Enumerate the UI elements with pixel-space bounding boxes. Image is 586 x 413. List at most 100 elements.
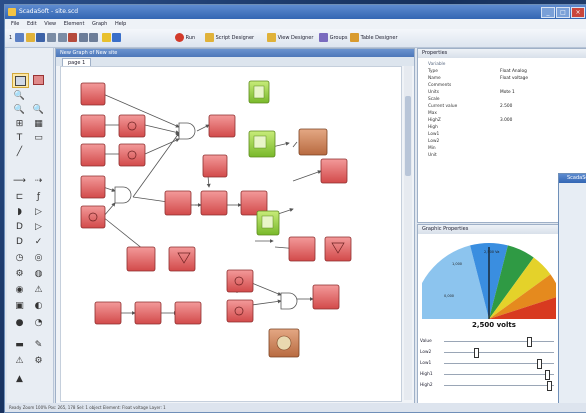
counter-icon[interactable]: ◎	[31, 251, 46, 264]
alarm-triangle-icon[interactable]: ⚠	[31, 283, 46, 296]
property-row[interactable]: Current value 2.500	[420, 103, 584, 110]
script-designer-button[interactable]: Script Designer	[205, 32, 254, 43]
select-tool[interactable]	[12, 73, 29, 88]
slider-knob[interactable]	[537, 359, 543, 369]
menu-edit[interactable]: Edit	[27, 21, 37, 27]
buffer-icon[interactable]: ▷	[31, 220, 46, 233]
zoom-in-icon[interactable]: 🔍	[12, 89, 27, 102]
diagram-canvas[interactable]	[60, 66, 402, 402]
zoom-out-icon[interactable]: 🔍	[12, 103, 27, 116]
property-row[interactable]: High	[420, 124, 584, 131]
property-row[interactable]: Units Mote 1	[420, 89, 584, 96]
menu-help[interactable]: Help	[115, 21, 126, 27]
slider-track[interactable]	[444, 385, 554, 386]
line-icon[interactable]: ╱	[12, 145, 27, 158]
new-icon[interactable]	[15, 33, 25, 42]
property-value[interactable]	[500, 138, 584, 145]
and-gate-icon[interactable]: D	[12, 220, 27, 233]
settings-icon[interactable]: ⚙	[31, 354, 46, 367]
grid-icon[interactable]: ⊞	[12, 117, 27, 130]
note-icon[interactable]: ✎	[31, 338, 46, 351]
property-value[interactable]	[500, 145, 584, 152]
cut-icon[interactable]	[68, 33, 78, 42]
view-designer-button[interactable]: View Designer	[267, 32, 313, 43]
slider-knob[interactable]	[473, 348, 479, 358]
property-row[interactable]: Low2	[420, 138, 584, 145]
display-icon[interactable]: ▬	[12, 338, 27, 351]
element-tool[interactable]	[31, 73, 46, 86]
slider-track[interactable]	[444, 352, 554, 353]
slider-knob[interactable]	[526, 337, 532, 347]
groups-button[interactable]: Groups	[319, 32, 347, 43]
function-icon[interactable]: ƒ	[31, 190, 46, 203]
property-row[interactable]: Comments	[420, 82, 584, 89]
table-designer-button[interactable]: Table Designer	[350, 32, 398, 43]
property-value[interactable]	[500, 152, 584, 159]
open-icon[interactable]	[25, 33, 35, 42]
image-icon[interactable]: ▲	[12, 372, 27, 385]
property-row[interactable]: Max	[420, 110, 584, 117]
save-icon[interactable]	[36, 33, 46, 42]
property-row[interactable]: Scale	[420, 96, 584, 103]
property-row[interactable]: Name Float voltage	[420, 75, 584, 82]
property-value[interactable]	[500, 96, 584, 103]
gauge-icon[interactable]: ◔	[31, 316, 46, 329]
text-icon[interactable]: T	[12, 131, 27, 144]
property-value[interactable]	[500, 131, 584, 138]
alarm-icon[interactable]	[112, 33, 122, 42]
property-row[interactable]: Min	[420, 145, 584, 152]
input-icon[interactable]: ⊏	[12, 190, 27, 203]
arrow-icon[interactable]: ⟶	[12, 174, 27, 187]
popup-window[interactable]: ScadaSoft	[558, 173, 586, 412]
property-value[interactable]: 3.000	[500, 117, 584, 124]
property-value[interactable]: Mote 1	[500, 89, 584, 96]
not-gate-icon[interactable]: ▷	[31, 205, 46, 218]
close-button[interactable]: ×	[571, 7, 585, 18]
property-value[interactable]: Float voltage	[500, 75, 584, 82]
undo-icon[interactable]	[46, 33, 56, 42]
valve-icon[interactable]: ◍	[31, 267, 46, 280]
slider-knob[interactable]	[544, 370, 550, 380]
meter-icon[interactable]: ◐	[31, 299, 46, 312]
maximize-button[interactable]: □	[556, 7, 570, 18]
slider-track[interactable]	[444, 341, 554, 342]
property-value[interactable]	[500, 82, 584, 89]
property-row[interactable]: Low1	[420, 131, 584, 138]
property-value[interactable]: Float Analog	[500, 68, 584, 75]
property-value[interactable]	[500, 110, 584, 117]
warning-tool-icon[interactable]: ⚠	[12, 354, 27, 367]
slider-knob[interactable]	[546, 381, 552, 391]
run-button[interactable]: Run	[175, 32, 195, 43]
xor-gate-icon[interactable]: D	[12, 235, 27, 248]
properties-header: Properties	[418, 49, 586, 58]
scroll-thumb[interactable]	[405, 96, 411, 176]
redo-icon[interactable]	[57, 33, 67, 42]
align-icon[interactable]: ▦	[31, 117, 46, 130]
or-gate-icon[interactable]: ◗	[12, 205, 27, 218]
menu-file[interactable]: File	[11, 21, 19, 27]
property-value[interactable]	[500, 124, 584, 131]
property-row[interactable]: HighZ 3.000	[420, 117, 584, 124]
minimize-button[interactable]: _	[541, 7, 555, 18]
copy-icon[interactable]	[78, 33, 88, 42]
connector-icon[interactable]: ⇢	[31, 174, 46, 187]
rectangle-icon[interactable]: ▭	[31, 131, 46, 144]
property-value[interactable]: 2.500	[500, 103, 584, 110]
paste-icon[interactable]	[89, 33, 99, 42]
motor-icon[interactable]: ⚙	[12, 267, 27, 280]
pump-icon[interactable]: ◉	[12, 283, 27, 296]
vertical-scrollbar[interactable]	[404, 66, 412, 400]
menu-graph[interactable]: Graph	[92, 21, 107, 27]
slider-track[interactable]	[444, 374, 554, 375]
check-icon[interactable]: ✓	[31, 235, 46, 248]
property-row[interactable]: Unit	[420, 152, 584, 159]
zoom-value[interactable]: 1	[9, 35, 12, 41]
zoom-fit-icon[interactable]: 🔍	[31, 103, 46, 116]
timer-icon[interactable]: ◷	[12, 251, 27, 264]
tank-icon[interactable]: ▣	[12, 299, 27, 312]
warning-icon[interactable]	[101, 33, 111, 42]
menu-view[interactable]: View	[44, 21, 56, 27]
property-row[interactable]: Type Float Analog	[420, 68, 584, 75]
menu-element[interactable]: Element	[64, 21, 85, 27]
lamp-icon[interactable]: ●	[12, 316, 27, 329]
